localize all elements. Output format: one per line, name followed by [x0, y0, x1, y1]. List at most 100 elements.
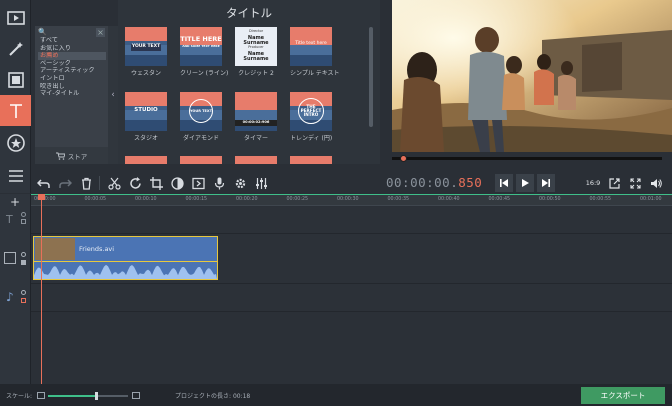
video-preview[interactable]	[392, 0, 672, 152]
transitions-button[interactable]	[0, 64, 31, 95]
title-thumbnail-text: Title text here	[295, 41, 327, 46]
rotate-button[interactable]	[126, 174, 144, 192]
title-tile[interactable]: 00:00:02:906 タイマー	[235, 92, 277, 146]
titles-scrollbar[interactable]	[369, 27, 373, 127]
title-thumbnail: Title text here	[290, 27, 332, 66]
previous-frame-button[interactable]	[495, 174, 513, 192]
category-item[interactable]: お薦め	[38, 52, 106, 60]
star-circle-icon	[6, 133, 25, 152]
fullscreen-button[interactable]	[626, 174, 644, 192]
time-ruler[interactable]: 00:00:0000:00:0500:00:1000:00:1500:00:20…	[31, 194, 672, 206]
seekbar-knob[interactable]	[400, 155, 408, 162]
title-thumbnail: TITLE HERE AND SOME TEXT HERE	[180, 27, 222, 66]
equalizer-button[interactable]	[252, 174, 270, 192]
record-voice-button[interactable]	[210, 174, 228, 192]
collapse-panel-button[interactable]: ‹	[108, 26, 118, 164]
project-length: プロジェクトの長さ: 00:18	[175, 391, 250, 400]
category-item[interactable]: ベーシック	[38, 60, 106, 68]
title-tile[interactable]: YOUR TEXT ウェスタン	[125, 27, 167, 81]
more-tools-button[interactable]	[0, 160, 31, 191]
music-track-mute-icon[interactable]	[21, 298, 26, 303]
title-tile-partial[interactable]	[180, 156, 222, 164]
clip-properties-button[interactable]	[231, 174, 249, 192]
video-editor-app: 🔍 × すべて お気に入り お薦め ベーシック アーティスティック イントロ 吹き出し マイ-…	[0, 0, 672, 406]
import-media-button[interactable]	[0, 2, 31, 33]
equalizer-icon	[255, 177, 267, 189]
aspect-ratio-button[interactable]: 16:9	[583, 174, 603, 192]
color-adjust-button[interactable]	[168, 174, 186, 192]
video-track-visibility-icon[interactable]	[21, 252, 26, 257]
title-tile-partial[interactable]	[125, 156, 167, 164]
titles-panel: タイトル YOUR TEXT ウェスタン TITLE HERE AND SOME TE…	[118, 0, 380, 164]
contrast-icon	[170, 176, 184, 190]
category-item[interactable]: アーティスティック	[38, 67, 106, 75]
music-track-lane[interactable]	[31, 284, 672, 312]
next-frame-button[interactable]	[537, 174, 555, 192]
transition-wizard-button[interactable]	[189, 174, 207, 192]
title-thumbnail-text: STUDIO	[134, 107, 158, 113]
category-item[interactable]: 吹き出し	[38, 83, 106, 91]
playhead[interactable]	[41, 194, 42, 384]
zoom-slider-handle[interactable]	[95, 392, 98, 400]
close-icon[interactable]: ×	[96, 28, 105, 37]
title-name: シンプル テキスト	[290, 70, 340, 77]
zoom-out-icon[interactable]	[37, 392, 45, 399]
title-tile[interactable]: Director Name Surname Producer Name Surname…	[235, 27, 277, 81]
export-button[interactable]: エクスポート	[581, 387, 665, 404]
ruler-tick-label: 00:00:25	[286, 197, 309, 202]
category-item[interactable]: すべて	[38, 37, 106, 45]
stickers-button[interactable]	[0, 127, 31, 158]
title-tile[interactable]: STUDIO スタジオ	[125, 92, 167, 146]
add-track-icon[interactable]: +	[10, 195, 20, 209]
video-track-mute-icon[interactable]	[21, 260, 26, 265]
play-icon	[522, 179, 529, 187]
detach-player-button[interactable]	[605, 174, 623, 192]
crop-button[interactable]	[147, 174, 165, 192]
titles-button[interactable]	[0, 95, 31, 126]
redo-button[interactable]	[56, 174, 74, 192]
left-tool-strip	[0, 0, 31, 193]
title-thumbnail: YOUR TEXT	[125, 27, 167, 66]
category-item[interactable]: マイ-タイトル	[38, 90, 106, 98]
title-thumbnail-text: Director	[248, 29, 264, 33]
panel-title: タイトル	[226, 6, 272, 20]
title-tile-partial[interactable]	[290, 156, 332, 164]
store-button[interactable]: ストア	[35, 147, 108, 164]
category-item[interactable]: イントロ	[38, 75, 106, 83]
ruler-tick-label: 00:00:30	[337, 197, 359, 202]
video-clip[interactable]: Friends.avi	[33, 236, 218, 280]
external-window-icon	[608, 177, 620, 189]
trash-icon	[81, 177, 91, 190]
title-name: ウェスタン	[130, 70, 161, 77]
title-tile[interactable]: Title text here シンプル テキスト	[290, 27, 340, 81]
category-item[interactable]: お気に入り	[38, 45, 106, 53]
title-track-icon: T	[6, 213, 13, 226]
title-tile-partial[interactable]	[235, 156, 277, 164]
zoom-in-icon[interactable]	[132, 392, 140, 399]
title-tile[interactable]: THE PERFECT INTRO トレンディ (円)	[290, 92, 332, 146]
play-button[interactable]	[516, 174, 534, 192]
title-tile[interactable]: TITLE HERE AND SOME TEXT HERE クリーン (ライン)	[180, 27, 228, 81]
title-track-lane[interactable]	[31, 207, 672, 234]
volume-button[interactable]	[647, 174, 665, 192]
title-tile[interactable]: YOUR TEXT ダイアモンド	[180, 92, 222, 146]
title-track-visibility-icon[interactable]	[21, 212, 26, 217]
music-track-visibility-icon[interactable]	[21, 290, 26, 295]
magic-wand-icon	[8, 41, 23, 56]
crop-icon	[149, 176, 163, 190]
preview-seekbar[interactable]	[392, 157, 662, 160]
timecode-main: 00:00:00.	[386, 175, 459, 190]
undo-icon	[36, 178, 50, 188]
title-thumbnail: 00:00:02:906	[235, 92, 277, 131]
undo-button[interactable]	[34, 174, 52, 192]
filters-button[interactable]	[0, 33, 31, 64]
split-button[interactable]	[105, 174, 123, 192]
chevron-left-icon: ‹	[111, 90, 115, 100]
search-icon[interactable]: 🔍	[38, 28, 47, 36]
title-thumbnail-text: YOUR TEXT	[189, 99, 213, 123]
title-track-lock-icon[interactable]	[21, 219, 26, 224]
preview-frame-image	[392, 0, 672, 152]
title-thumbnail-text: THE PERFECT INTRO	[298, 98, 324, 124]
delete-button[interactable]	[77, 174, 95, 192]
title-name: タイマー	[243, 135, 268, 142]
